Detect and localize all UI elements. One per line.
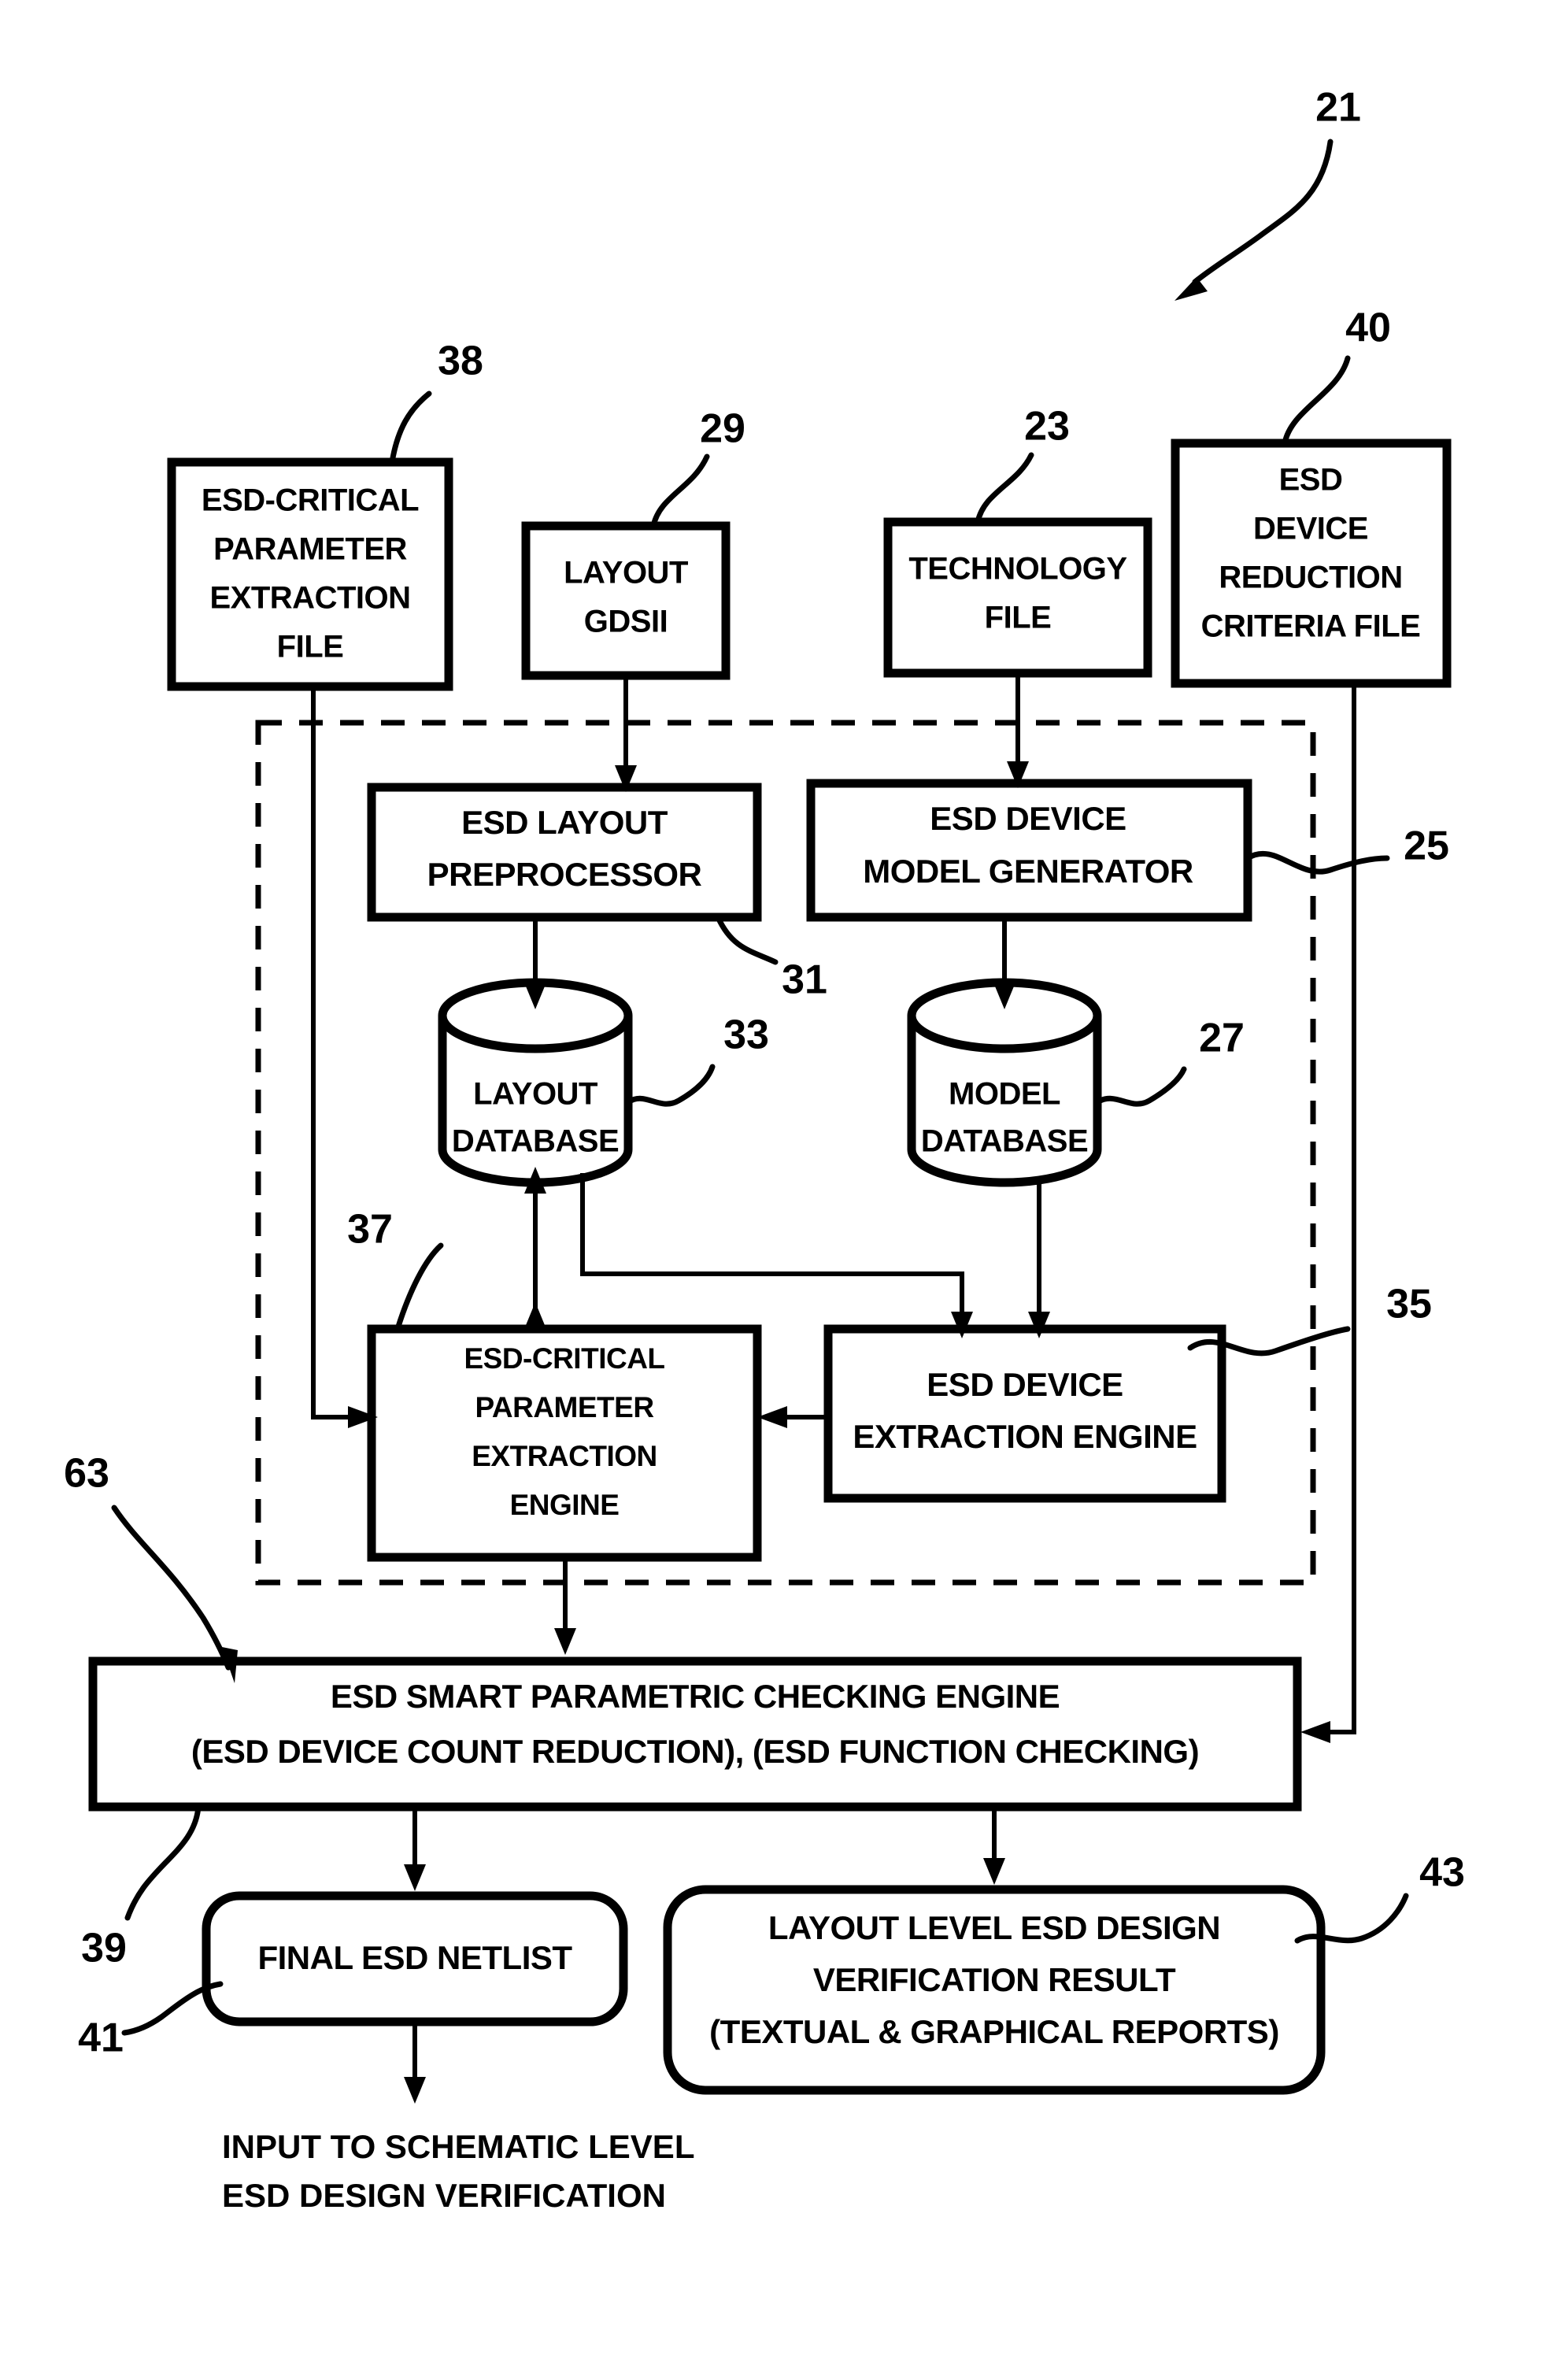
ref-label-40: 40	[1345, 305, 1391, 351]
ref-label-21: 21	[1315, 85, 1361, 131]
node-label-line: MODEL GENERATOR	[863, 853, 1193, 890]
node-label-line: FILE	[277, 630, 344, 664]
diagram-canvas: 21 38 ESD-CRITICAL PARAMETER EXTRACTION …	[64, 85, 1465, 2214]
node-technology-file[interactable]	[883, 517, 1152, 678]
node-label-line: FILE	[985, 601, 1052, 635]
ref-label-35: 35	[1386, 1282, 1432, 1327]
node-label-line: LAYOUT	[473, 1077, 597, 1112]
node-label-line: DATABASE	[921, 1124, 1088, 1159]
ref-label-41: 41	[78, 2015, 124, 2061]
footer-note-line: ESD DESIGN VERIFICATION	[222, 2177, 666, 2214]
node-layout-gdsii[interactable]	[521, 521, 731, 680]
node-label-line: DATABASE	[452, 1124, 619, 1159]
node-label-line: LAYOUT LEVEL ESD DESIGN	[768, 1909, 1220, 1946]
node-label-line: ESD SMART PARAMETRIC CHECKING ENGINE	[331, 1678, 1060, 1715]
edge-gdsii-to-preprocessor	[615, 676, 637, 792]
ref-label-31: 31	[782, 957, 827, 1003]
ref-label-27: 27	[1199, 1016, 1245, 1061]
node-label-line: (ESD DEVICE COUNT REDUCTION), (ESD FUNCT…	[191, 1733, 1199, 1770]
node-label-line: (TEXTUAL & GRAPHICAL REPORTS)	[709, 2013, 1279, 2050]
edge-final-netlist-to-footer	[404, 2022, 426, 2104]
node-label-line: PREPROCESSOR	[427, 856, 702, 893]
node-label-line: ESD LAYOUT	[461, 804, 668, 841]
node-label-line: DEVICE	[1253, 512, 1368, 546]
node-label-line: GDSII	[584, 605, 668, 639]
node-label-line: ESD	[1279, 463, 1343, 498]
node-label-line: ESD DEVICE	[930, 800, 1126, 837]
node-label-line: LAYOUT	[564, 556, 688, 590]
ref-label-38: 38	[438, 339, 483, 384]
node-label-line: EXTRACTION ENGINE	[853, 1418, 1197, 1455]
node-label-line: EXTRACTION	[472, 1440, 657, 1472]
edge-technology-to-model-generator	[1007, 673, 1029, 788]
edge-criteria-file-to-checking-engine	[1300, 683, 1356, 1743]
node-esd-device-extraction-engine[interactable]	[823, 1324, 1226, 1503]
patent-figure: 21 38 ESD-CRITICAL PARAMETER EXTRACTION …	[0, 0, 1550, 2380]
ref-label-43: 43	[1419, 1850, 1465, 1896]
node-label-line: PARAMETER	[213, 532, 407, 567]
edge-preprocessor-to-layout-db	[524, 917, 546, 1009]
edge-checking-engine-to-final-netlist	[404, 1807, 426, 1891]
footer-note-line: INPUT TO SCHEMATIC LEVEL	[222, 2128, 694, 2165]
node-label-line: REDUCTION	[1219, 561, 1402, 595]
node-label-line: MODEL	[949, 1077, 1060, 1112]
edge-checking-engine-to-verification-result	[983, 1807, 1005, 1885]
ref-label-39: 39	[81, 1926, 127, 1971]
edge-layout-db-to-device-extraction-engine	[580, 1173, 973, 1338]
node-label-line: ESD DEVICE	[927, 1366, 1123, 1403]
ref-label-33: 33	[723, 1012, 769, 1058]
ref-label-37: 37	[347, 1207, 393, 1253]
edge-param-engine-to-checking-engine	[554, 1557, 576, 1655]
node-label-line: CRITERIA FILE	[1201, 609, 1421, 644]
node-label-line: EXTRACTION	[210, 581, 411, 616]
edge-device-engine-to-param-engine	[757, 1406, 828, 1428]
ref-label-25: 25	[1404, 824, 1449, 869]
ref-label-63: 63	[64, 1451, 109, 1497]
edge-layout-db-to-param-engine	[524, 1167, 546, 1329]
edge-model-db-to-device-extraction-engine	[1028, 1179, 1050, 1338]
ref-label-23: 23	[1024, 404, 1070, 450]
node-label-line: PARAMETER	[475, 1391, 653, 1423]
ref-label-29: 29	[700, 406, 745, 452]
node-label-line: ESD-CRITICAL	[464, 1342, 664, 1375]
node-label-line: ENGINE	[510, 1489, 620, 1521]
node-label-line: FINAL ESD NETLIST	[257, 1939, 572, 1976]
node-label-line: VERIFICATION RESULT	[813, 1961, 1176, 1998]
edge-model-generator-to-model-db	[993, 917, 1015, 1009]
node-label-line: ESD-CRITICAL	[202, 483, 419, 518]
node-label-line: TECHNOLOGY	[908, 552, 1127, 587]
